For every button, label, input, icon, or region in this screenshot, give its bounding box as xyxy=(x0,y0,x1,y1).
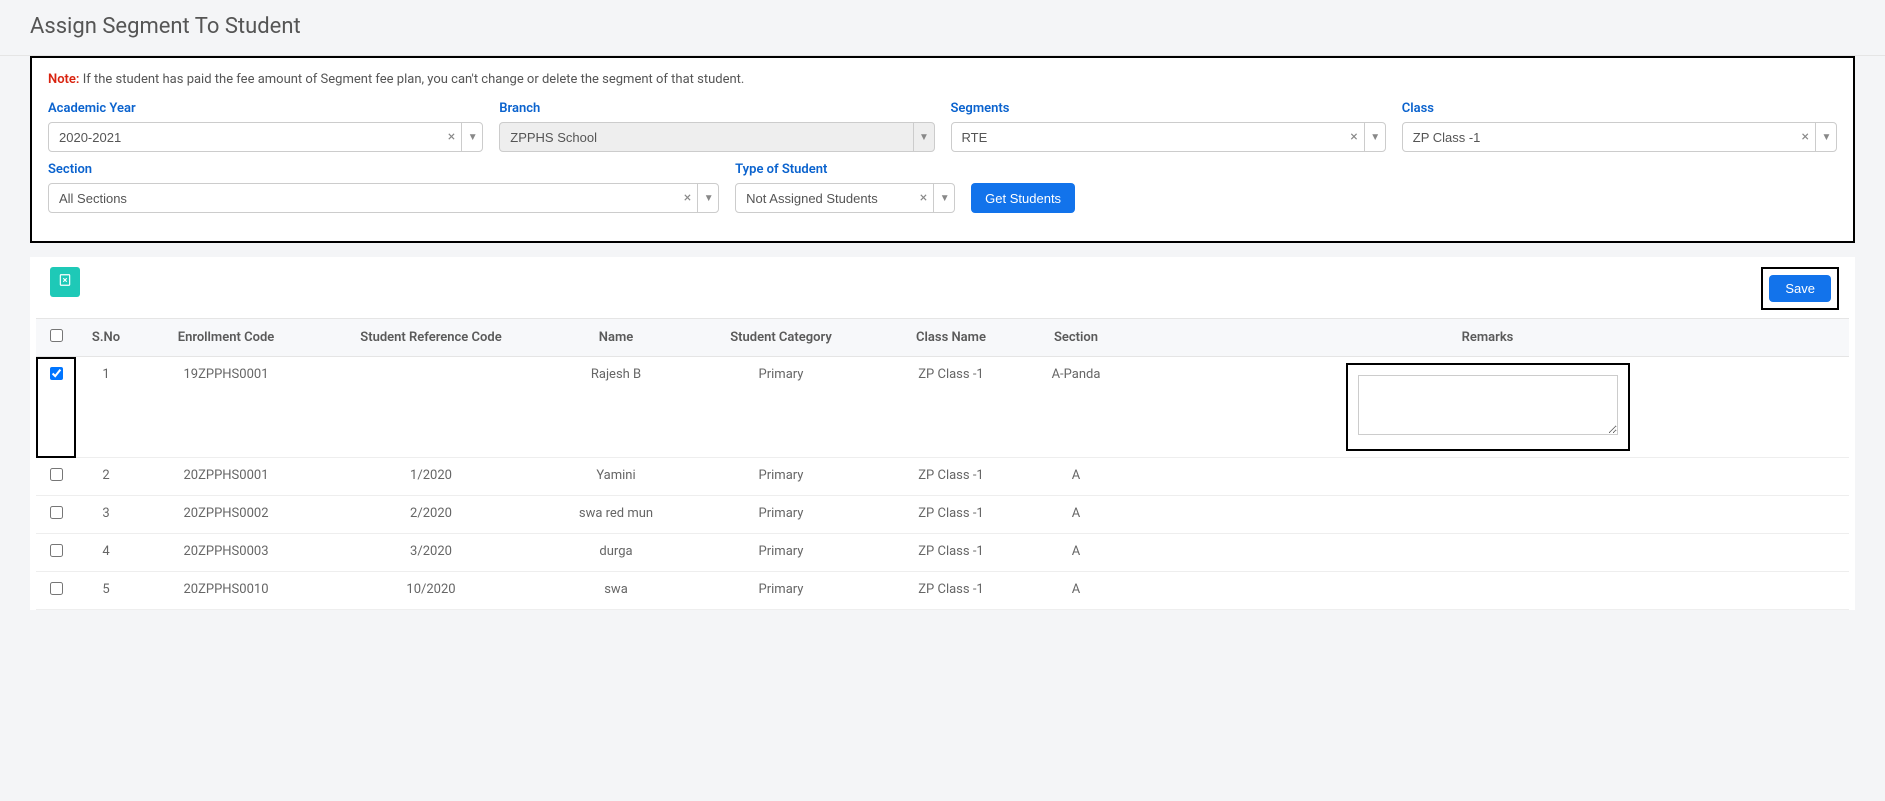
cell-remarks xyxy=(1126,458,1849,496)
save-button[interactable]: Save xyxy=(1769,275,1831,302)
col-remarks: Remarks xyxy=(1126,319,1849,357)
excel-icon xyxy=(58,273,72,291)
clear-icon[interactable]: × xyxy=(1796,129,1815,145)
section-select[interactable] xyxy=(48,183,719,213)
cell-name: Rajesh B xyxy=(546,357,686,458)
col-class: Class Name xyxy=(876,319,1026,357)
cell-enroll: 20ZPPHS0010 xyxy=(136,572,316,610)
cell-class: ZP Class -1 xyxy=(876,534,1026,572)
cell-section: A xyxy=(1026,534,1126,572)
chevron-down-icon[interactable]: ▼ xyxy=(461,123,483,151)
cell-sno: 5 xyxy=(76,572,136,610)
filter-panel: Note: If the student has paid the fee am… xyxy=(30,56,1855,243)
cell-remarks xyxy=(1126,357,1849,458)
cell-category: Primary xyxy=(686,572,876,610)
cell-section: A xyxy=(1026,496,1126,534)
col-sno: S.No xyxy=(76,319,136,357)
cell-category: Primary xyxy=(686,534,876,572)
cell-category: Primary xyxy=(686,458,876,496)
row-checkbox[interactable] xyxy=(50,544,63,557)
cell-sno: 1 xyxy=(76,357,136,458)
cell-remarks xyxy=(1126,534,1849,572)
academic-year-label: Academic Year xyxy=(48,101,483,116)
table-row: 220ZPPHS00011/2020YaminiPrimaryZP Class … xyxy=(36,458,1849,496)
academic-year-select[interactable] xyxy=(48,122,483,152)
chevron-down-icon[interactable]: ▼ xyxy=(1364,123,1386,151)
table-row: 420ZPPHS00033/2020durgaPrimaryZP Class -… xyxy=(36,534,1849,572)
chevron-down-icon[interactable]: ▼ xyxy=(933,184,955,212)
segments-select[interactable] xyxy=(951,122,1386,152)
clear-icon[interactable]: × xyxy=(678,190,697,206)
cell-sno: 3 xyxy=(76,496,136,534)
clear-icon[interactable]: × xyxy=(1344,129,1363,145)
export-excel-button[interactable] xyxy=(50,267,80,297)
page-title: Assign Segment To Student xyxy=(30,14,1855,39)
cell-remarks xyxy=(1126,572,1849,610)
cell-name: Yamini xyxy=(546,458,686,496)
row-checkbox[interactable] xyxy=(50,582,63,595)
cell-sno: 4 xyxy=(76,534,136,572)
cell-section: A-Panda xyxy=(1026,357,1126,458)
cell-section: A xyxy=(1026,572,1126,610)
cell-ref: 10/2020 xyxy=(316,572,546,610)
cell-enroll: 20ZPPHS0003 xyxy=(136,534,316,572)
col-category: Student Category xyxy=(686,319,876,357)
chevron-down-icon[interactable]: ▼ xyxy=(913,123,935,151)
table-row: 520ZPPHS001010/2020swaPrimaryZP Class -1… xyxy=(36,572,1849,610)
class-select[interactable] xyxy=(1402,122,1837,152)
chevron-down-icon[interactable]: ▼ xyxy=(1815,123,1837,151)
col-section: Section xyxy=(1026,319,1126,357)
remarks-input[interactable] xyxy=(1358,375,1618,435)
cell-remarks xyxy=(1126,496,1849,534)
results-panel: Save S.No Enrollment Code Student Refere… xyxy=(30,257,1855,610)
cell-class: ZP Class -1 xyxy=(876,572,1026,610)
segments-label: Segments xyxy=(951,101,1386,116)
cell-class: ZP Class -1 xyxy=(876,458,1026,496)
note-body: If the student has paid the fee amount o… xyxy=(83,72,745,87)
branch-select[interactable] xyxy=(499,122,934,152)
table-row: 320ZPPHS00022/2020swa red munPrimaryZP C… xyxy=(36,496,1849,534)
cell-enroll: 20ZPPHS0002 xyxy=(136,496,316,534)
section-label: Section xyxy=(48,162,719,177)
cell-enroll: 20ZPPHS0001 xyxy=(136,458,316,496)
remarks-highlight xyxy=(1346,363,1630,451)
cell-class: ZP Class -1 xyxy=(876,357,1026,458)
chevron-down-icon[interactable]: ▼ xyxy=(697,184,719,212)
cell-section: A xyxy=(1026,458,1126,496)
page-header: Assign Segment To Student xyxy=(0,0,1885,56)
clear-icon[interactable]: × xyxy=(442,129,461,145)
cell-category: Primary xyxy=(686,496,876,534)
select-all-checkbox[interactable] xyxy=(50,329,63,342)
col-enroll: Enrollment Code xyxy=(136,319,316,357)
cell-category: Primary xyxy=(686,357,876,458)
cell-ref: 3/2020 xyxy=(316,534,546,572)
cell-name: swa red mun xyxy=(546,496,686,534)
clear-icon[interactable]: × xyxy=(914,190,933,206)
branch-label: Branch xyxy=(499,101,934,116)
row-checkbox[interactable] xyxy=(50,367,63,380)
cell-class: ZP Class -1 xyxy=(876,496,1026,534)
note-text: Note: If the student has paid the fee am… xyxy=(48,72,1837,87)
cell-ref: 2/2020 xyxy=(316,496,546,534)
class-label: Class xyxy=(1402,101,1837,116)
cell-name: swa xyxy=(546,572,686,610)
cell-name: durga xyxy=(546,534,686,572)
cell-sno: 2 xyxy=(76,458,136,496)
students-table: S.No Enrollment Code Student Reference C… xyxy=(36,318,1849,610)
row-checkbox[interactable] xyxy=(50,468,63,481)
cell-ref xyxy=(316,357,546,458)
col-name: Name xyxy=(546,319,686,357)
row-checkbox[interactable] xyxy=(50,506,63,519)
save-highlight: Save xyxy=(1761,267,1839,310)
cell-ref: 1/2020 xyxy=(316,458,546,496)
type-label: Type of Student xyxy=(735,162,955,177)
table-row: 119ZPPHS0001 Rajesh BPrimaryZP Class -1A-… xyxy=(36,357,1849,458)
col-ref: Student Reference Code xyxy=(316,319,546,357)
note-label: Note: xyxy=(48,72,79,87)
get-students-button[interactable]: Get Students xyxy=(971,183,1075,213)
cell-enroll: 19ZPPHS0001 xyxy=(136,357,316,458)
